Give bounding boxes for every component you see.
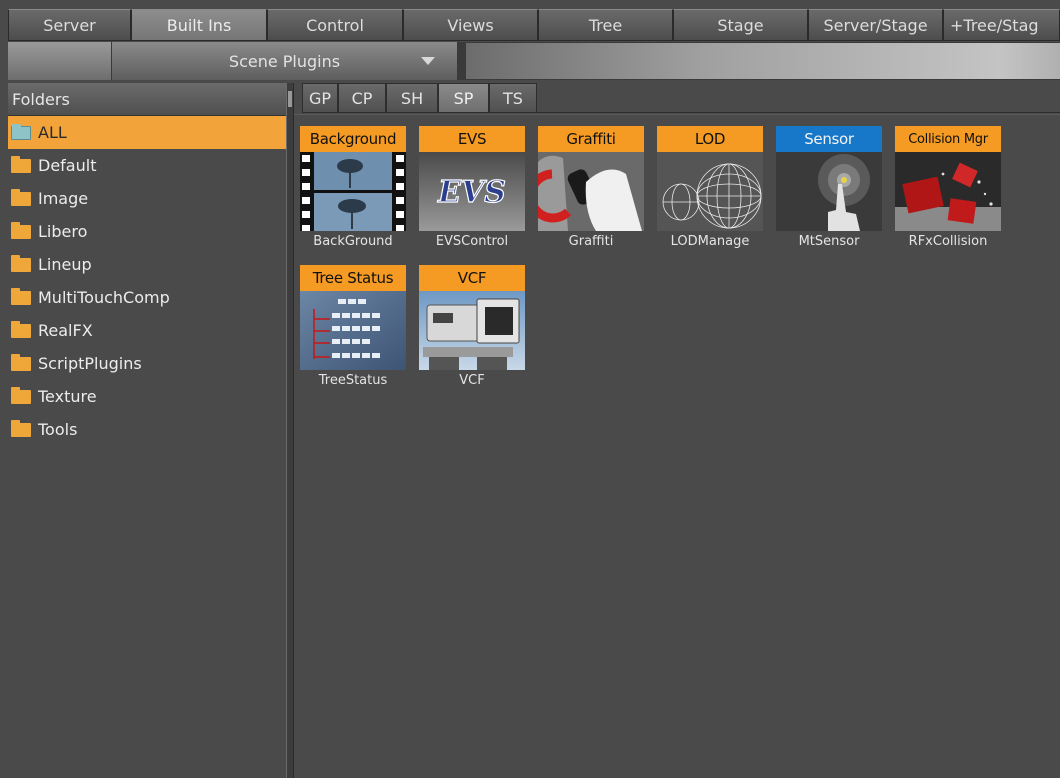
plugin-tile-tree-status[interactable]: Tree Status TreeStatus	[300, 265, 406, 390]
folder-icon	[11, 123, 31, 140]
camera-icon	[419, 291, 525, 370]
folder-icon	[11, 320, 31, 338]
panel-splitter[interactable]	[286, 83, 294, 778]
plugin-tile-evs[interactable]: EVS EVS EVSControl	[419, 126, 525, 251]
tab-tree[interactable]: Tree	[538, 9, 673, 41]
tab-ts[interactable]: TS	[489, 83, 537, 113]
tree-hierarchy-icon	[300, 291, 406, 370]
subtab-spacer	[294, 83, 302, 113]
folder-icon	[11, 386, 31, 404]
tab-server-stage[interactable]: Server/Stage	[808, 9, 943, 41]
category-bar-spacer	[8, 42, 111, 80]
chevron-down-icon[interactable]	[421, 57, 435, 65]
plugin-tile-lod[interactable]: LOD LODManage	[657, 126, 763, 251]
evs-logo-icon: EVS	[419, 152, 525, 231]
plugin-caption: EVSControl	[435, 233, 509, 249]
splitter-grip[interactable]	[288, 91, 292, 107]
tab-gp[interactable]: GP	[302, 83, 338, 113]
plugin-label: Background	[300, 126, 406, 152]
folder-icon	[11, 155, 31, 173]
filmstrip-tree-icon	[300, 152, 406, 231]
folder-item-libero[interactable]: Libero	[8, 215, 286, 248]
category-bar-gradient	[466, 43, 1060, 79]
tab-sh[interactable]: SH	[386, 83, 438, 113]
plugin-label: VCF	[419, 265, 525, 291]
folder-icon	[11, 188, 31, 206]
tab-views[interactable]: Views	[403, 9, 538, 41]
tab-tree-stage[interactable]: +Tree/Stag	[943, 9, 1060, 41]
folder-label: Image	[38, 189, 89, 208]
wireframe-sphere-icon	[657, 152, 763, 231]
folder-label: Lineup	[38, 255, 92, 274]
folder-icon	[11, 287, 31, 305]
plugin-label: EVS	[419, 126, 525, 152]
dropdown-value: Scene Plugins	[228, 51, 341, 71]
plugin-label: Tree Status	[300, 265, 406, 291]
plugin-caption: Graffiti	[568, 233, 614, 249]
folder-icon	[11, 419, 31, 437]
plugin-tile-collision-mgr[interactable]: Collision Mgr RFxCollision	[895, 126, 1001, 251]
plugin-caption: BackGround	[313, 233, 393, 249]
plugin-grid: Background BackGround EVS EVS EVSControl…	[294, 114, 1060, 778]
tab-cp[interactable]: CP	[338, 83, 386, 113]
folder-label: Libero	[38, 222, 88, 241]
plugin-caption: RFxCollision	[908, 233, 988, 249]
folder-item-lineup[interactable]: Lineup	[8, 248, 286, 281]
folder-item-tools[interactable]: Tools	[8, 413, 286, 446]
folder-icon	[11, 353, 31, 371]
plugin-category-bar: Scene Plugins	[8, 42, 1060, 80]
folder-item-default[interactable]: Default	[8, 149, 286, 182]
plugin-tile-vcf[interactable]: VCF VCF	[419, 265, 525, 390]
plugin-label: Graffiti	[538, 126, 644, 152]
folder-icon	[11, 221, 31, 239]
folder-label: ALL	[38, 123, 67, 142]
touch-finger-icon	[776, 152, 882, 231]
folder-item-image[interactable]: Image	[8, 182, 286, 215]
plugins-panel: GP CP SH SP TS Background BackGround EVS…	[294, 83, 1060, 778]
plugin-tile-sensor[interactable]: Sensor MtSensor	[776, 126, 882, 251]
folder-item-scriptplugins[interactable]: ScriptPlugins	[8, 347, 286, 380]
plugin-tile-background[interactable]: Background BackGround	[300, 126, 406, 251]
folder-item-all[interactable]: ALL	[8, 116, 286, 149]
folder-item-texture[interactable]: Texture	[8, 380, 286, 413]
folder-item-realfx[interactable]: RealFX	[8, 314, 286, 347]
scene-plugins-dropdown[interactable]: Scene Plugins	[112, 42, 457, 80]
top-tab-bar: Server Built Ins Control Views Tree Stag…	[8, 9, 1060, 41]
folder-label: Default	[38, 156, 97, 175]
red-cubes-icon	[895, 152, 1001, 231]
spray-can-hand-icon	[538, 152, 644, 231]
folder-item-multitouchcomp[interactable]: MultiTouchComp	[8, 281, 286, 314]
svg-text:EVS: EVS	[437, 175, 506, 210]
folder-label: Texture	[38, 387, 97, 406]
folders-header: Folders	[8, 83, 286, 116]
tab-built-ins[interactable]: Built Ins	[131, 9, 267, 41]
plugin-caption: LODManage	[670, 233, 750, 249]
plugin-caption: MtSensor	[798, 233, 860, 249]
folder-label: RealFX	[38, 321, 93, 340]
plugin-caption: TreeStatus	[318, 372, 388, 388]
tab-server[interactable]: Server	[8, 9, 131, 41]
plugin-caption: VCF	[459, 372, 485, 388]
plugin-tile-graffiti[interactable]: Graffiti Graffiti	[538, 126, 644, 251]
folders-panel: Folders ALL Default Image Libero Lineup …	[8, 83, 286, 778]
folder-label: ScriptPlugins	[38, 354, 142, 373]
tab-control[interactable]: Control	[267, 9, 403, 41]
plugin-label: LOD	[657, 126, 763, 152]
plugin-type-tabs: GP CP SH SP TS	[294, 83, 1060, 113]
folder-icon	[11, 254, 31, 272]
plugin-label: Collision Mgr	[895, 126, 1001, 152]
folder-label: MultiTouchComp	[38, 288, 170, 307]
plugin-label: Sensor	[776, 126, 882, 152]
tab-stage[interactable]: Stage	[673, 9, 808, 41]
folder-label: Tools	[38, 420, 78, 439]
tab-sp[interactable]: SP	[438, 83, 489, 113]
